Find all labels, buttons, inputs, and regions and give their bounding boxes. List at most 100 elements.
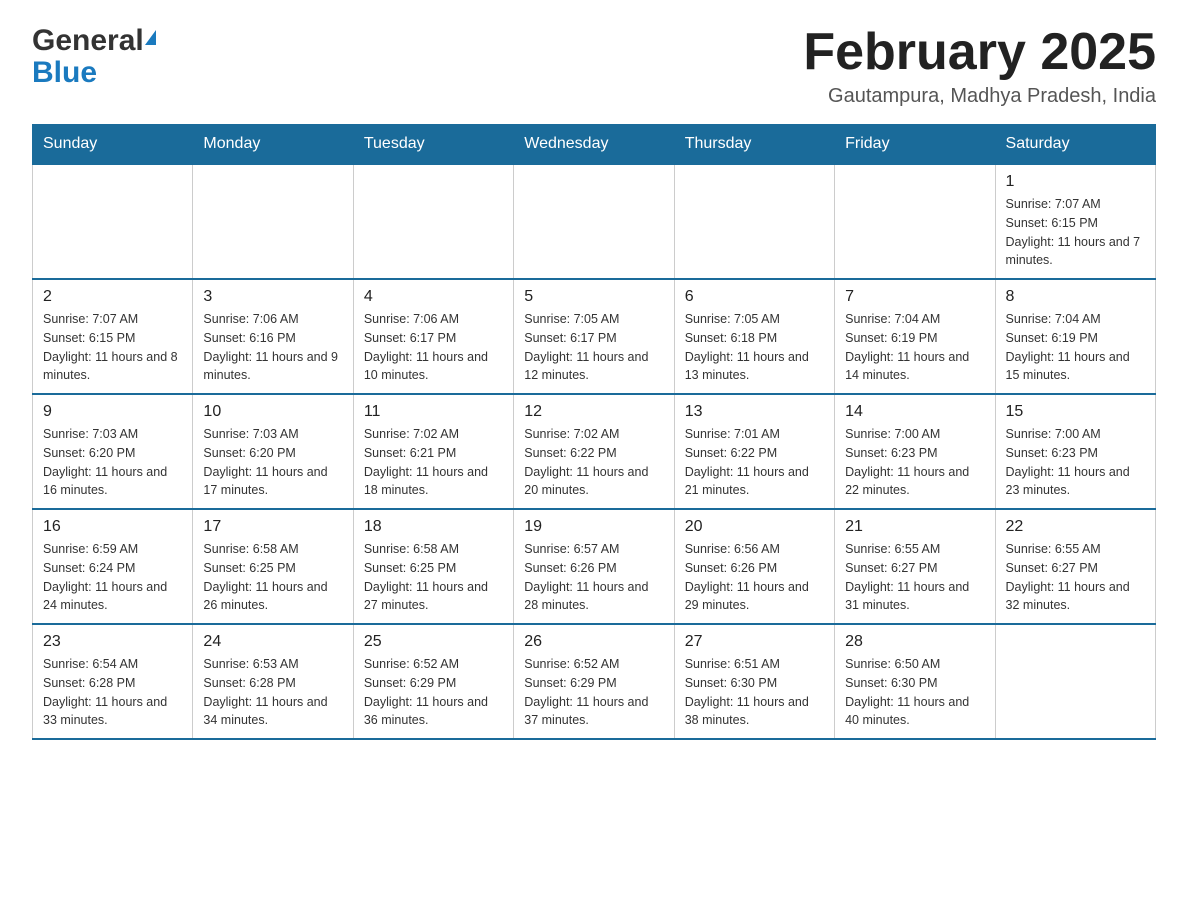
calendar-day-cell: 15 Sunrise: 7:00 AM Sunset: 6:23 PM Dayli…: [995, 394, 1155, 509]
day-info: Sunrise: 6:56 AM Sunset: 6:26 PM Dayligh…: [685, 540, 824, 615]
day-info: Sunrise: 7:03 AM Sunset: 6:20 PM Dayligh…: [43, 425, 182, 500]
day-info: Sunrise: 6:58 AM Sunset: 6:25 PM Dayligh…: [364, 540, 503, 615]
day-info: Sunrise: 7:04 AM Sunset: 6:19 PM Dayligh…: [1006, 310, 1145, 385]
day-number: 13: [685, 403, 824, 421]
day-info: Sunrise: 6:52 AM Sunset: 6:29 PM Dayligh…: [524, 655, 663, 730]
day-info: Sunrise: 6:52 AM Sunset: 6:29 PM Dayligh…: [364, 655, 503, 730]
calendar-day-cell: 12Sunrise: 7:02 AM Sunset: 6:22 PM Dayli…: [514, 394, 674, 509]
calendar-day-cell: 27Sunrise: 6:51 AM Sunset: 6:30 PM Dayli…: [674, 624, 834, 739]
calendar-weekday-header: Saturday: [995, 125, 1155, 165]
logo-general-text: General: [32, 24, 144, 58]
calendar-header-row: SundayMondayTuesdayWednesdayThursdayFrid…: [33, 125, 1156, 165]
logo-blue-text: Blue: [32, 56, 97, 90]
day-number: 22: [1006, 518, 1145, 536]
day-info: Sunrise: 6:55 AM Sunset: 6:27 PM Dayligh…: [845, 540, 984, 615]
day-number: 12: [524, 403, 663, 421]
calendar-day-cell: 16 Sunrise: 6:59 AM Sunset: 6:24 PM Dayli…: [33, 509, 193, 624]
calendar-day-cell: [835, 164, 995, 279]
calendar-day-cell: 6 Sunrise: 7:05 AM Sunset: 6:18 PM Daylig…: [674, 279, 834, 394]
day-info: Sunrise: 7:05 AM Sunset: 6:18 PM Dayligh…: [685, 310, 824, 385]
calendar-day-cell: 20 Sunrise: 6:56 AM Sunset: 6:26 PM Dayli…: [674, 509, 834, 624]
day-number: 28: [845, 633, 984, 651]
day-number: 4: [364, 288, 503, 306]
day-info: Sunrise: 7:04 AM Sunset: 6:19 PM Dayligh…: [845, 310, 984, 385]
day-info: Sunrise: 6:55 AM Sunset: 6:27 PM Dayligh…: [1006, 540, 1145, 615]
calendar-day-cell: [514, 164, 674, 279]
calendar-week-row: 1Sunrise: 7:07 AM Sunset: 6:15 PM Daylig…: [33, 164, 1156, 279]
day-number: 14: [845, 403, 984, 421]
day-number: 3: [203, 288, 342, 306]
calendar-day-cell: 24 Sunrise: 6:53 AM Sunset: 6:28 PM Dayli…: [193, 624, 353, 739]
day-info: Sunrise: 6:54 AM Sunset: 6:28 PM Dayligh…: [43, 655, 182, 730]
day-info: Sunrise: 7:03 AM Sunset: 6:20 PM Dayligh…: [203, 425, 342, 500]
day-number: 18: [364, 518, 503, 536]
day-number: 20: [685, 518, 824, 536]
calendar-day-cell: 10 Sunrise: 7:03 AM Sunset: 6:20 PM Dayli…: [193, 394, 353, 509]
calendar-day-cell: 1Sunrise: 7:07 AM Sunset: 6:15 PM Daylig…: [995, 164, 1155, 279]
calendar-weekday-header: Wednesday: [514, 125, 674, 165]
day-info: Sunrise: 7:00 AM Sunset: 6:23 PM Dayligh…: [1006, 425, 1145, 500]
day-number: 16: [43, 518, 182, 536]
calendar-day-cell: [995, 624, 1155, 739]
calendar-day-cell: 5Sunrise: 7:05 AM Sunset: 6:17 PM Daylig…: [514, 279, 674, 394]
day-number: 21: [845, 518, 984, 536]
day-info: Sunrise: 6:57 AM Sunset: 6:26 PM Dayligh…: [524, 540, 663, 615]
calendar-weekday-header: Friday: [835, 125, 995, 165]
calendar-weekday-header: Sunday: [33, 125, 193, 165]
calendar-week-row: 9 Sunrise: 7:03 AM Sunset: 6:20 PM Daylig…: [33, 394, 1156, 509]
page-subtitle: Gautampura, Madhya Pradesh, India: [803, 85, 1156, 108]
day-number: 23: [43, 633, 182, 651]
calendar-day-cell: 11Sunrise: 7:02 AM Sunset: 6:21 PM Dayli…: [353, 394, 513, 509]
calendar-day-cell: 7Sunrise: 7:04 AM Sunset: 6:19 PM Daylig…: [835, 279, 995, 394]
day-info: Sunrise: 7:06 AM Sunset: 6:17 PM Dayligh…: [364, 310, 503, 385]
calendar-day-cell: 22 Sunrise: 6:55 AM Sunset: 6:27 PM Dayli…: [995, 509, 1155, 624]
day-number: 25: [364, 633, 503, 651]
day-info: Sunrise: 6:59 AM Sunset: 6:24 PM Dayligh…: [43, 540, 182, 615]
calendar-day-cell: 18 Sunrise: 6:58 AM Sunset: 6:25 PM Dayli…: [353, 509, 513, 624]
calendar-day-cell: 26Sunrise: 6:52 AM Sunset: 6:29 PM Dayli…: [514, 624, 674, 739]
calendar-table: SundayMondayTuesdayWednesdayThursdayFrid…: [32, 124, 1156, 740]
day-number: 6: [685, 288, 824, 306]
calendar-day-cell: 3 Sunrise: 7:06 AM Sunset: 6:16 PM Daylig…: [193, 279, 353, 394]
calendar-week-row: 16 Sunrise: 6:59 AM Sunset: 6:24 PM Dayli…: [33, 509, 1156, 624]
calendar-day-cell: 13 Sunrise: 7:01 AM Sunset: 6:22 PM Dayli…: [674, 394, 834, 509]
calendar-weekday-header: Monday: [193, 125, 353, 165]
page-title: February 2025: [803, 24, 1156, 81]
logo-arrow-icon: [145, 30, 156, 45]
day-number: 15: [1006, 403, 1145, 421]
day-info: Sunrise: 6:53 AM Sunset: 6:28 PM Dayligh…: [203, 655, 342, 730]
calendar-day-cell: [674, 164, 834, 279]
page-header: General Blue February 2025 Gautampura, M…: [32, 24, 1156, 108]
calendar-day-cell: 4 Sunrise: 7:06 AM Sunset: 6:17 PM Daylig…: [353, 279, 513, 394]
day-number: 9: [43, 403, 182, 421]
day-info: Sunrise: 7:07 AM Sunset: 6:15 PM Dayligh…: [43, 310, 182, 385]
calendar-day-cell: 14 Sunrise: 7:00 AM Sunset: 6:23 PM Dayli…: [835, 394, 995, 509]
day-number: 10: [203, 403, 342, 421]
calendar-day-cell: 25 Sunrise: 6:52 AM Sunset: 6:29 PM Dayli…: [353, 624, 513, 739]
calendar-day-cell: 2Sunrise: 7:07 AM Sunset: 6:15 PM Daylig…: [33, 279, 193, 394]
calendar-weekday-header: Thursday: [674, 125, 834, 165]
calendar-week-row: 23 Sunrise: 6:54 AM Sunset: 6:28 PM Dayli…: [33, 624, 1156, 739]
calendar-day-cell: 21 Sunrise: 6:55 AM Sunset: 6:27 PM Dayli…: [835, 509, 995, 624]
day-number: 5: [524, 288, 663, 306]
calendar-day-cell: [33, 164, 193, 279]
day-info: Sunrise: 7:06 AM Sunset: 6:16 PM Dayligh…: [203, 310, 342, 385]
day-number: 8: [1006, 288, 1145, 306]
day-info: Sunrise: 7:07 AM Sunset: 6:15 PM Dayligh…: [1006, 195, 1145, 270]
calendar-day-cell: [193, 164, 353, 279]
calendar-week-row: 2Sunrise: 7:07 AM Sunset: 6:15 PM Daylig…: [33, 279, 1156, 394]
day-number: 11: [364, 403, 503, 421]
calendar-day-cell: 19Sunrise: 6:57 AM Sunset: 6:26 PM Dayli…: [514, 509, 674, 624]
calendar-day-cell: 17Sunrise: 6:58 AM Sunset: 6:25 PM Dayli…: [193, 509, 353, 624]
calendar-day-cell: 9 Sunrise: 7:03 AM Sunset: 6:20 PM Daylig…: [33, 394, 193, 509]
title-block: February 2025 Gautampura, Madhya Pradesh…: [803, 24, 1156, 108]
logo: General Blue: [32, 24, 156, 90]
calendar-day-cell: 8 Sunrise: 7:04 AM Sunset: 6:19 PM Daylig…: [995, 279, 1155, 394]
day-info: Sunrise: 7:00 AM Sunset: 6:23 PM Dayligh…: [845, 425, 984, 500]
calendar-day-cell: 23 Sunrise: 6:54 AM Sunset: 6:28 PM Dayli…: [33, 624, 193, 739]
day-info: Sunrise: 6:50 AM Sunset: 6:30 PM Dayligh…: [845, 655, 984, 730]
day-number: 24: [203, 633, 342, 651]
calendar-day-cell: [353, 164, 513, 279]
day-number: 27: [685, 633, 824, 651]
day-info: Sunrise: 7:01 AM Sunset: 6:22 PM Dayligh…: [685, 425, 824, 500]
